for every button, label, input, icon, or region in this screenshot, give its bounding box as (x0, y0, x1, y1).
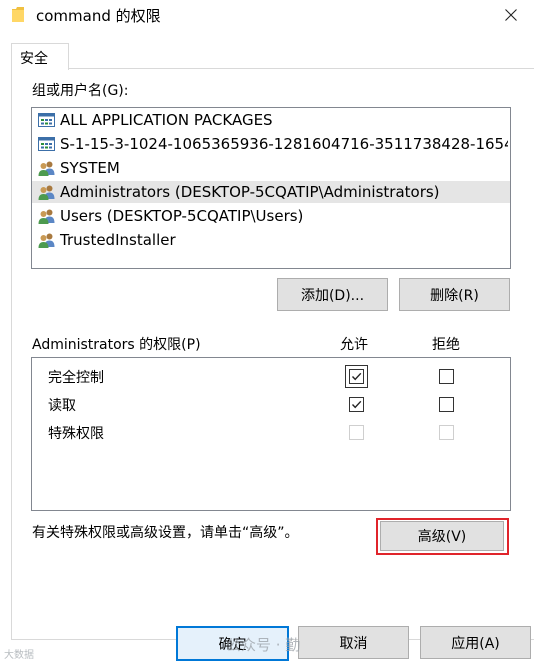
users-group-icon (38, 184, 55, 200)
window-title: command 的权限 (36, 7, 161, 25)
allow-column-header: 允许 (340, 337, 368, 353)
group-item[interactable]: TrustedInstaller (38, 229, 508, 251)
deny-checkbox (439, 425, 454, 440)
group-item-label: Administrators (DESKTOP-5CQATIP\Administ… (60, 183, 440, 201)
app-packages-icon (38, 136, 55, 152)
apply-button-label: 应用(A) (451, 635, 500, 652)
apply-button[interactable]: 应用(A) (420, 626, 531, 659)
add-button-label: 添加(D)... (300, 287, 365, 304)
cancel-button[interactable]: 取消 (298, 626, 409, 659)
users-group-icon (38, 160, 55, 176)
group-item-label: TrustedInstaller (60, 231, 176, 249)
users-group-icon (38, 208, 55, 224)
group-item-label: Users (DESKTOP-5CQATIP\Users) (60, 207, 304, 225)
permissions-list: 完全控制读取特殊权限 (31, 357, 511, 511)
group-item[interactable]: Administrators (DESKTOP-5CQATIP\Administ… (32, 181, 510, 203)
groups-listbox[interactable]: ALL APPLICATION PACKAGES S-1-15-3-1024-10… (31, 107, 511, 269)
advanced-hint: 有关特殊权限或高级设置，请单击“高级”。 (32, 525, 299, 541)
group-item[interactable]: Users (DESKTOP-5CQATIP\Users) (38, 205, 508, 227)
folder-icon (12, 7, 24, 22)
allow-checkbox[interactable] (349, 397, 364, 412)
watermark-logo: 大数据 (4, 650, 34, 661)
remove-button-label: 删除(R) (430, 287, 479, 304)
advanced-highlight-box (376, 518, 509, 555)
deny-column-header: 拒绝 (432, 337, 460, 353)
app-packages-icon (38, 112, 55, 128)
watermark-text: 公众号 · 勤 (226, 636, 301, 654)
group-item-label: ALL APPLICATION PACKAGES (60, 111, 273, 129)
permissions-label: Administrators 的权限(P) (32, 337, 201, 353)
permission-row: 完全控制 (32, 364, 510, 388)
permission-name: 特殊权限 (48, 426, 104, 442)
allow-checkbox (349, 425, 364, 440)
close-button[interactable] (488, 0, 534, 30)
close-icon (505, 9, 517, 21)
group-item-label: S-1-15-3-1024-1065365936-1281604716-3511… (60, 135, 508, 153)
permission-name: 读取 (48, 398, 76, 414)
tab-security[interactable]: 安全 (11, 43, 69, 70)
users-group-icon (38, 232, 55, 248)
add-button[interactable]: 添加(D)... (277, 278, 388, 311)
permission-row: 读取 (32, 392, 510, 416)
cancel-button-label: 取消 (339, 635, 368, 652)
group-item[interactable]: SYSTEM (38, 157, 508, 179)
groups-label: 组或用户名(G): (32, 83, 129, 99)
title-bar: command 的权限 (0, 0, 534, 30)
deny-checkbox[interactable] (439, 369, 454, 384)
group-item[interactable]: ALL APPLICATION PACKAGES (38, 109, 508, 131)
tab-security-label: 安全 (20, 51, 48, 67)
deny-checkbox[interactable] (439, 397, 454, 412)
group-item-label: SYSTEM (60, 159, 120, 177)
permission-row: 特殊权限 (32, 420, 510, 444)
remove-button[interactable]: 删除(R) (399, 278, 510, 311)
allow-checkbox[interactable] (345, 365, 368, 388)
group-item[interactable]: S-1-15-3-1024-1065365936-1281604716-3511… (38, 133, 508, 155)
permission-name: 完全控制 (48, 370, 104, 386)
